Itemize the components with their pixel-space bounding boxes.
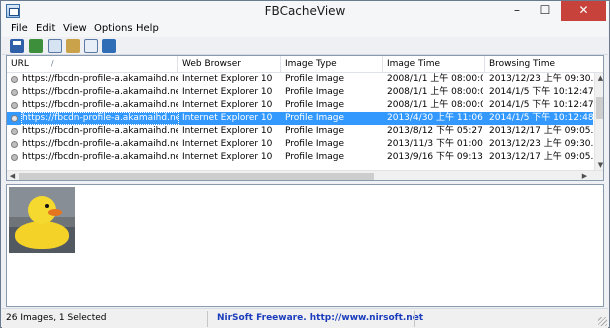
save-icon[interactable] xyxy=(10,39,24,53)
exit-icon[interactable] xyxy=(102,39,116,53)
scroll-left-icon[interactable]: ◀ xyxy=(7,171,18,180)
menu-help[interactable]: Help xyxy=(136,23,159,34)
minimize-button[interactable]: – xyxy=(503,1,531,21)
cache-item-icon xyxy=(11,141,18,148)
close-button[interactable]: ✕ xyxy=(561,1,606,21)
properties-icon[interactable] xyxy=(66,39,80,53)
copy-icon[interactable] xyxy=(48,39,62,53)
scroll-up-icon[interactable]: ▲ xyxy=(596,73,603,83)
table-row-selected[interactable]: https://fbcdn-profile-a.akamaihd.net/...… xyxy=(7,112,593,125)
status-divider xyxy=(414,311,415,327)
menu-view[interactable]: View xyxy=(63,23,87,34)
table-row[interactable]: https://fbcdn-profile-a.akamaihd.net/...… xyxy=(7,151,593,164)
column-web-browser[interactable]: Web Browser xyxy=(178,56,281,73)
maximize-button[interactable]: ☐ xyxy=(531,1,559,21)
cache-item-icon xyxy=(11,128,18,135)
horizontal-scrollbar[interactable]: ◀ ▶ xyxy=(7,170,603,180)
title-bar[interactable]: FBCacheView – ☐ ✕ xyxy=(1,1,609,21)
find-icon[interactable] xyxy=(84,39,98,53)
column-header: URL / Web Browser Image Type Image Time B… xyxy=(7,56,603,73)
cache-item-icon xyxy=(11,89,18,96)
image-list[interactable]: URL / Web Browser Image Type Image Time B… xyxy=(6,55,604,181)
column-browsing-time[interactable]: Browsing Time xyxy=(485,56,603,73)
cache-item-icon xyxy=(11,102,18,109)
image-preview xyxy=(9,187,75,253)
column-image-type[interactable]: Image Type xyxy=(281,56,383,73)
menu-file[interactable]: File xyxy=(11,23,28,34)
cache-item-icon xyxy=(11,115,18,122)
resize-grip-icon[interactable] xyxy=(598,317,607,326)
table-row[interactable]: https://fbcdn-profile-a.akamaihd.net/...… xyxy=(7,125,593,138)
app-window: FBCacheView – ☐ ✕ File Edit View Options… xyxy=(0,0,610,328)
cache-item-icon xyxy=(11,154,18,161)
html-report-icon[interactable] xyxy=(29,39,43,53)
scrollbar-corner xyxy=(593,171,603,180)
scroll-right-icon[interactable]: ▶ xyxy=(579,171,590,180)
menu-options[interactable]: Options xyxy=(94,23,133,34)
menu-edit[interactable]: Edit xyxy=(36,23,55,34)
table-row[interactable]: https://fbcdn-profile-a.akamaihd.net/...… xyxy=(7,86,593,99)
scroll-down-icon[interactable]: ▼ xyxy=(596,160,603,170)
table-row[interactable]: https://fbcdn-profile-a.akamaihd.net/...… xyxy=(7,73,593,86)
toolbar xyxy=(2,37,608,55)
horizontal-scroll-thumb[interactable] xyxy=(19,173,374,180)
sort-indicator-icon: / xyxy=(50,59,54,68)
status-bar: 26 Images, 1 Selected NirSoft Freeware. … xyxy=(2,308,608,328)
status-count: 26 Images, 1 Selected xyxy=(6,313,107,323)
status-divider xyxy=(207,311,208,327)
image-preview-pane xyxy=(6,184,604,307)
vertical-scrollbar[interactable]: ▲ ▼ xyxy=(594,73,603,170)
table-row[interactable]: https://fbcdn-profile-a.akamaihd.net/...… xyxy=(7,99,593,112)
nirsoft-link[interactable]: NirSoft Freeware. http://www.nirsoft.net xyxy=(217,313,423,323)
cache-item-icon xyxy=(11,76,18,83)
column-image-time[interactable]: Image Time xyxy=(383,56,485,73)
table-row[interactable]: https://fbcdn-profile-a.akamaihd.net/...… xyxy=(7,138,593,151)
menu-bar: File Edit View Options Help xyxy=(2,21,608,37)
column-url[interactable]: URL / xyxy=(7,56,178,73)
vertical-scroll-thumb[interactable] xyxy=(596,97,603,119)
